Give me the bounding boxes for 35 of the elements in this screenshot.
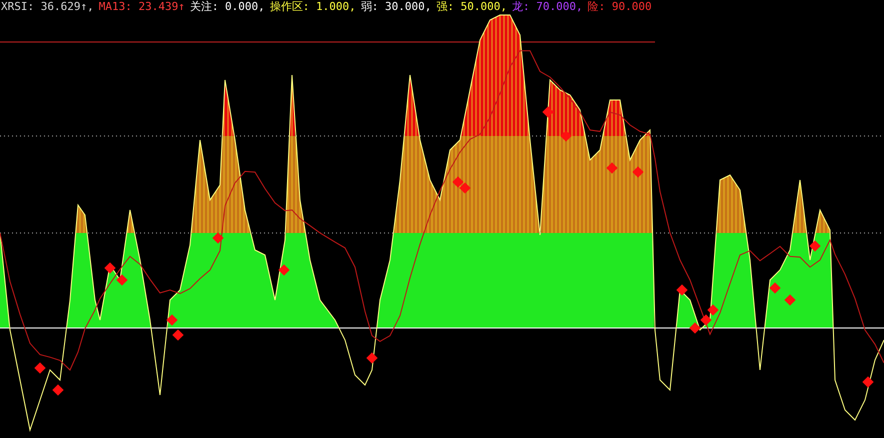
signal-marker — [560, 130, 572, 142]
signal-marker — [689, 322, 701, 334]
strong-zone-fill — [76, 205, 87, 233]
indicator-value: 险: 90.000 — [588, 0, 652, 14]
signal-marker — [784, 294, 796, 306]
dragon-zone-fill — [645, 130, 650, 136]
dragon-zone-fill — [603, 100, 625, 136]
signal-marker — [166, 314, 178, 326]
signal-marker — [676, 284, 688, 296]
signal-marker — [34, 362, 46, 374]
signal-marker — [707, 304, 719, 316]
indicator-value: XRSI: 36.629↑, — [1, 0, 94, 14]
signal-marker — [606, 162, 618, 174]
signal-marker — [452, 176, 464, 188]
signal-marker — [700, 314, 712, 326]
signal-marker — [116, 274, 128, 286]
dragon-zone-fill — [547, 80, 585, 136]
indicator-value: 龙: 70.000, — [512, 0, 583, 14]
signal-marker — [52, 384, 64, 396]
signal-marker — [104, 262, 116, 274]
signal-marker — [769, 282, 781, 294]
signal-marker — [278, 264, 290, 276]
signal-marker — [632, 166, 644, 178]
signal-marker — [459, 182, 471, 194]
indicator-value: 关注: 0.000, — [190, 0, 265, 14]
signal-marker — [809, 240, 821, 252]
signal-marker — [542, 106, 554, 118]
signal-marker — [862, 376, 874, 388]
strong-zone-fill — [717, 175, 746, 233]
signal-marker — [366, 352, 378, 364]
strong-zone-fill — [816, 210, 830, 233]
indicator-value: 操作区: 1.000, — [270, 0, 356, 14]
indicator-value: MA13: 23.439↑ — [98, 0, 185, 14]
indicator-value: 强: 50.000, — [436, 0, 507, 14]
indicator-value: 弱: 30.000, — [360, 0, 432, 14]
